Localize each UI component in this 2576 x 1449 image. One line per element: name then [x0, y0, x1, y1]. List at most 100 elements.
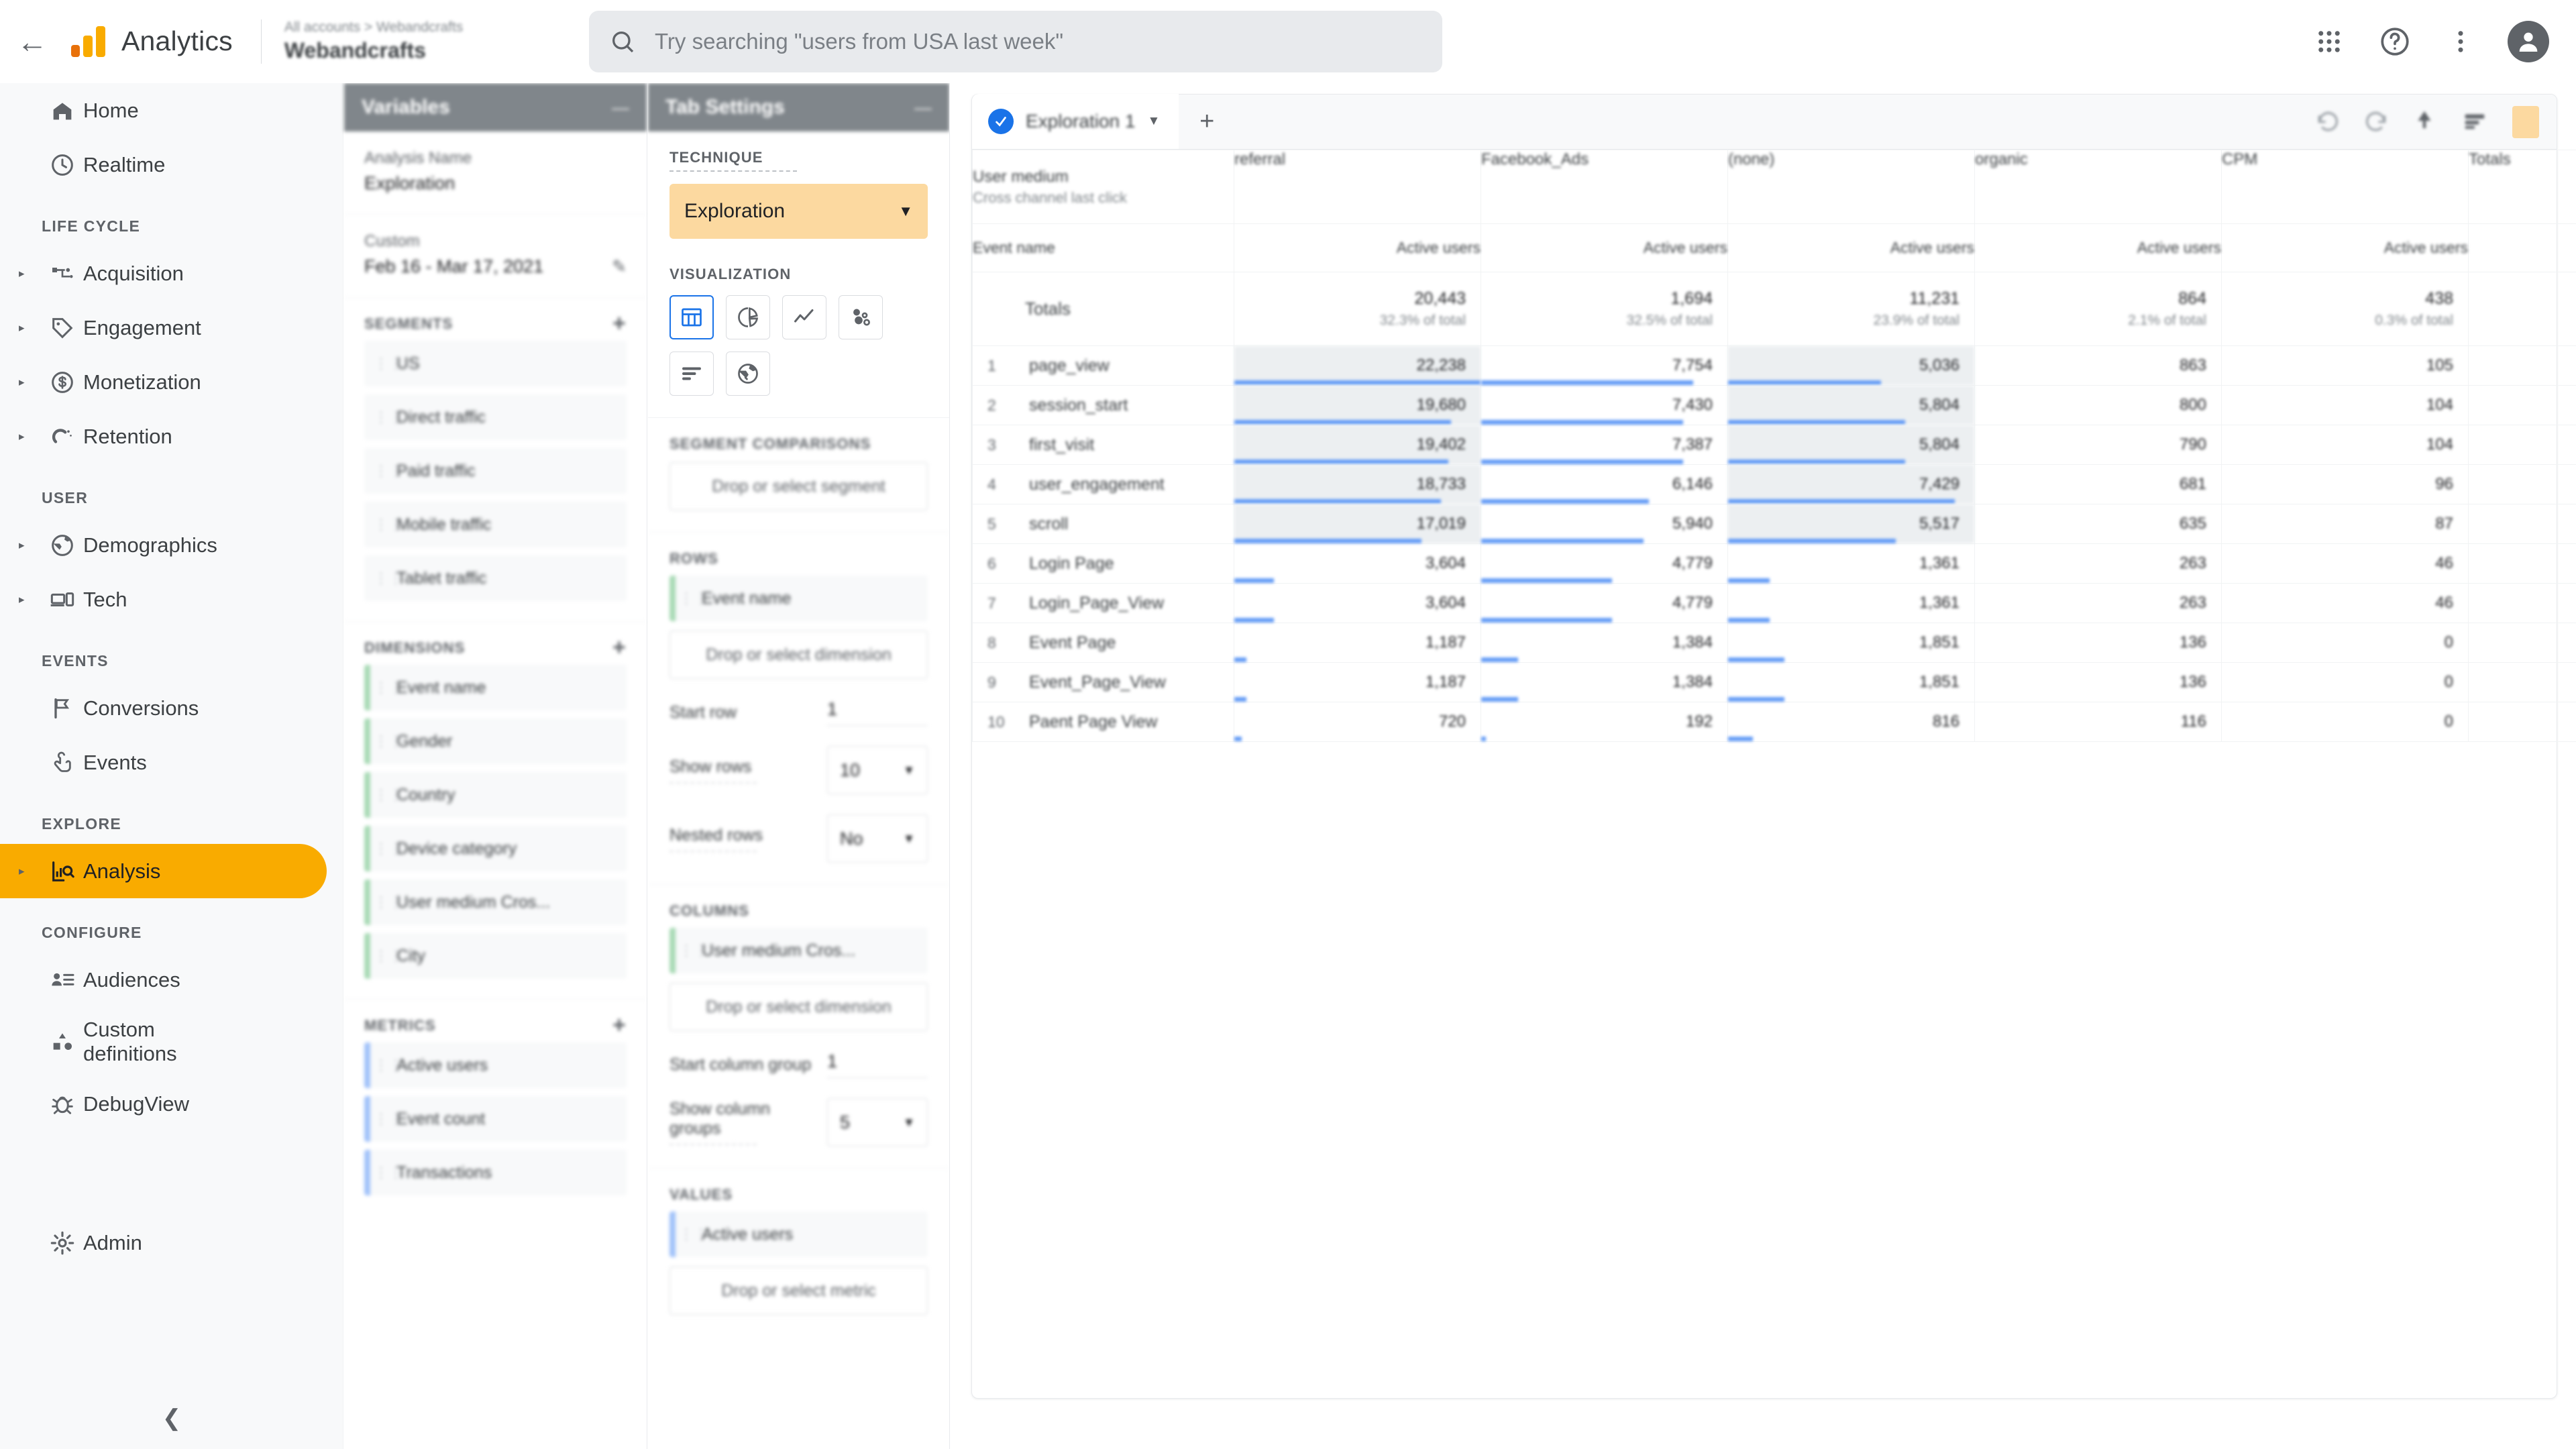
metric-chip[interactable]: ⋮⋮ Active users: [364, 1042, 627, 1088]
chevron-right-icon[interactable]: ▸: [19, 539, 42, 552]
sidebar-item-demographics[interactable]: ▸ Demographics: [0, 518, 327, 572]
line-viz-button[interactable]: [782, 295, 826, 339]
highlight-orange-icon[interactable]: [2512, 106, 2539, 138]
table-row[interactable]: 7 Login_Page_View 3,604 4,779 1,361 263 46 10,3…: [972, 583, 2576, 623]
show-column-groups-select[interactable]: 5 ▼: [827, 1098, 928, 1146]
sidebar-item-analysis[interactable]: ▸ Analysis: [0, 844, 327, 898]
sidebar-item-audiences[interactable]: Audiences: [0, 953, 327, 1007]
metric-chip[interactable]: ⋮⋮ Event count: [364, 1096, 627, 1142]
column-metric-header[interactable]: ↓Active users: [2468, 223, 2576, 272]
drag-handle-icon[interactable]: ⋮⋮: [374, 894, 403, 911]
search-bar[interactable]: [589, 11, 1442, 72]
sidebar-item-events[interactable]: Events: [0, 735, 327, 790]
table-row[interactable]: 2 session_start 19,680 7,430 5,804 800 104 36,1…: [972, 385, 2576, 425]
analysis-name-block[interactable]: Analysis Name Exploration: [344, 131, 647, 215]
column-metric-header[interactable]: Active users: [1727, 223, 1975, 272]
breadcrumb[interactable]: All accounts > Webandcrafts Webandcrafts: [284, 19, 463, 63]
apps-grid-icon[interactable]: [2310, 23, 2348, 60]
show-rows-select[interactable]: 10 ▼: [827, 746, 928, 794]
drag-handle-icon[interactable]: ⋮⋮: [374, 570, 403, 587]
drag-handle-icon[interactable]: ⋮⋮: [374, 1164, 403, 1181]
add-segment-button[interactable]: +: [612, 312, 627, 335]
sidebar-item-engagement[interactable]: ▸ Engagement: [0, 301, 327, 355]
donut-viz-button[interactable]: [726, 295, 770, 339]
drag-handle-icon[interactable]: ⋮⋮: [374, 947, 403, 965]
add-dimension-button[interactable]: +: [612, 636, 627, 659]
columns-dropzone[interactable]: Drop or select dimension: [669, 983, 928, 1031]
values-dropzone[interactable]: Drop or select metric: [669, 1267, 928, 1315]
date-range-block[interactable]: Custom Feb 16 - Mar 17, 2021 ✎: [344, 215, 647, 298]
chevron-right-icon[interactable]: ▸: [19, 321, 42, 335]
table-viz-button[interactable]: [669, 295, 714, 339]
add-metric-button[interactable]: +: [612, 1014, 627, 1036]
drag-handle-icon[interactable]: ⋮⋮: [679, 942, 708, 959]
geo-viz-button[interactable]: [726, 352, 770, 396]
drag-handle-icon[interactable]: ⋮⋮: [374, 679, 403, 696]
bar-viz-button[interactable]: [669, 352, 714, 396]
chevron-right-icon[interactable]: ▸: [19, 593, 42, 606]
start-row-value[interactable]: 1: [827, 699, 928, 726]
columns-chip[interactable]: ⋮⋮ User medium Cros...: [669, 928, 928, 973]
start-column-group-field[interactable]: Start column group 1: [669, 1051, 928, 1078]
technique-select[interactable]: Exploration ▼: [669, 184, 928, 239]
back-arrow-icon[interactable]: ←: [0, 23, 64, 60]
start-row-field[interactable]: Start row 1: [669, 699, 928, 726]
segment-chip[interactable]: ⋮⋮ Mobile traffic: [364, 502, 627, 547]
add-tab-button[interactable]: +: [1179, 94, 1235, 149]
nested-rows-field[interactable]: Nested rows No ▼: [669, 814, 928, 863]
sidebar-item-acquisition[interactable]: ▸ Acquisition: [0, 246, 327, 301]
start-column-group-value[interactable]: 1: [827, 1051, 928, 1078]
chevron-down-icon[interactable]: ▼: [1147, 114, 1160, 129]
table-row[interactable]: 6 Login Page 3,604 4,779 1,361 263 46 10,323: [972, 543, 2576, 584]
segment-chip[interactable]: ⋮⋮ US: [364, 341, 627, 386]
more-vert-icon[interactable]: [2442, 23, 2479, 60]
sidebar-item-custom-definitions[interactable]: Custom definitions: [0, 1007, 327, 1077]
column-metric-header[interactable]: Active users: [1974, 223, 2222, 272]
segment-chip[interactable]: ⋮⋮ Tablet traffic: [364, 555, 627, 601]
drag-handle-icon[interactable]: ⋮⋮: [374, 1057, 403, 1074]
tab-settings-collapse-icon[interactable]: —: [914, 97, 932, 118]
values-chip[interactable]: ⋮⋮ Active users: [669, 1212, 928, 1257]
sidebar-item-monetization[interactable]: ▸ Monetization: [0, 355, 327, 409]
dimension-chip[interactable]: ⋮⋮ Country: [364, 772, 627, 818]
sidebar-item-tech[interactable]: ▸ Tech: [0, 572, 327, 627]
sidebar-item-retention[interactable]: ▸ Retention: [0, 409, 327, 464]
chevron-right-icon[interactable]: ▸: [19, 267, 42, 280]
segment-chip[interactable]: ⋮⋮ Direct traffic: [364, 394, 627, 440]
table-row[interactable]: 10 Paent Page View 720 192 816 116 0 1,866: [972, 702, 2576, 742]
chevron-right-icon[interactable]: ▸: [19, 865, 42, 878]
drag-handle-icon[interactable]: ⋮⋮: [374, 516, 403, 533]
nested-rows-select[interactable]: No ▼: [827, 814, 928, 863]
undo-icon[interactable]: [2315, 108, 2341, 137]
show-column-groups-field[interactable]: Show column groups 5 ▼: [669, 1098, 928, 1146]
variables-panel-collapse-icon[interactable]: —: [612, 97, 629, 118]
column-metric-header[interactable]: Active users: [1481, 223, 1728, 272]
help-icon[interactable]: [2376, 23, 2414, 60]
drag-handle-icon[interactable]: ⋮⋮: [374, 840, 403, 857]
sidebar-item-conversions[interactable]: Conversions: [0, 681, 327, 735]
drag-handle-icon[interactable]: ⋮⋮: [374, 355, 403, 372]
segment-dropzone[interactable]: Drop or select segment: [669, 462, 928, 511]
show-rows-field[interactable]: Show rows 10 ▼: [669, 746, 928, 794]
drag-handle-icon[interactable]: ⋮⋮: [374, 733, 403, 750]
chevron-right-icon[interactable]: ▸: [19, 376, 42, 389]
drag-handle-icon[interactable]: ⋮⋮: [374, 409, 403, 426]
column-metric-header[interactable]: Active users: [2221, 223, 2469, 272]
drag-handle-icon[interactable]: ⋮⋮: [374, 1110, 403, 1128]
tab-exploration-1[interactable]: Exploration 1 ▼: [972, 94, 1179, 149]
sidebar-item-realtime[interactable]: Realtime: [0, 138, 327, 192]
table-row[interactable]: 1 page_view 22,238 7,754 5,036 863 105 37,778: [972, 345, 2576, 386]
drag-handle-icon[interactable]: ⋮⋮: [679, 590, 708, 607]
drag-handle-icon[interactable]: ⋮⋮: [679, 1226, 708, 1243]
table-row[interactable]: 5 scroll 17,019 5,940 5,517 635 87 26,873: [972, 504, 2576, 544]
table-row[interactable]: 4 user_engagement 18,733 6,146 7,429 681 96 30,…: [972, 464, 2576, 504]
drag-handle-icon[interactable]: ⋮⋮: [374, 786, 403, 804]
avatar[interactable]: [2508, 21, 2549, 62]
dimension-chip[interactable]: ⋮⋮ Gender: [364, 718, 627, 764]
sidebar-item-debugview[interactable]: DebugView: [0, 1077, 327, 1131]
share-export-icon[interactable]: [2412, 108, 2437, 137]
dimension-chip[interactable]: ⋮⋮ Event name: [364, 665, 627, 710]
sidebar-item-home[interactable]: Home: [0, 83, 327, 138]
sidebar-collapse-button[interactable]: ❮: [0, 1387, 343, 1449]
download-icon[interactable]: [2460, 108, 2489, 137]
